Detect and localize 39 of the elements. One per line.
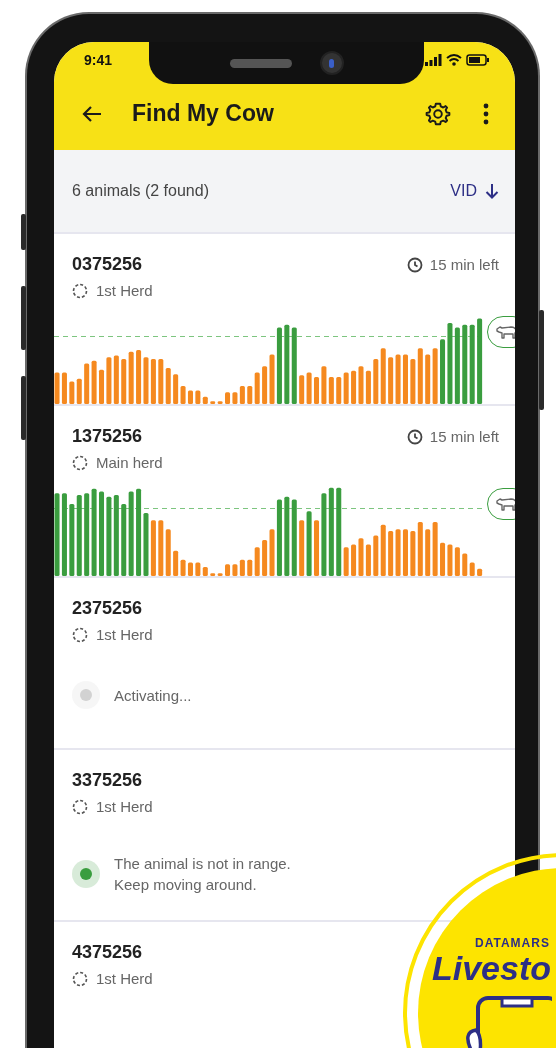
animal-vid: 2375256: [72, 598, 143, 619]
status-message: Activating...: [114, 685, 192, 706]
animal-vid: 1375256: [72, 426, 143, 447]
animal-vid: 4375256: [72, 942, 143, 963]
time-left: 15 min left: [429, 256, 499, 273]
herd-name: 1st Herd: [96, 626, 153, 643]
screen-title: Find My Cow: [132, 100, 275, 127]
clock-icon: [406, 256, 423, 273]
cellular-signal-icon: [425, 53, 442, 66]
status-message: The animal is not in range. Keep moving around.: [114, 854, 291, 895]
product-name: Livesto: [432, 950, 552, 986]
cow-icon: [496, 497, 515, 511]
battery-icon: [466, 53, 489, 66]
cow-icon: [496, 325, 515, 339]
herd-name: 1st Herd: [96, 970, 153, 987]
brand-name: DATAMARS: [475, 936, 550, 950]
animal-count: 6 animals (2 found): [72, 182, 209, 200]
status-time: 9:41: [84, 51, 113, 68]
more-vertical-icon: [483, 102, 489, 125]
dashed-circle-icon: [72, 970, 88, 987]
wifi-icon: [446, 53, 462, 66]
sort-button[interactable]: VID: [450, 182, 499, 200]
animal-vid: 3375256: [72, 770, 143, 791]
dashed-circle-icon: [72, 626, 88, 643]
animal-vid: 0375256: [72, 254, 143, 275]
time-left: 15 min left: [429, 428, 499, 445]
signal-bar: [99, 369, 104, 404]
herd-name: 1st Herd: [96, 282, 153, 299]
dashed-circle-icon: [72, 282, 88, 299]
signal-bar: [477, 568, 483, 576]
arrow-down-icon: [485, 183, 499, 199]
dashed-circle-icon: [72, 798, 88, 815]
signal-bar: [314, 377, 319, 404]
herd-name: Main herd: [96, 454, 163, 471]
settings-icon: [425, 100, 451, 127]
dashed-circle-icon: [72, 454, 88, 471]
clock-icon: [406, 428, 423, 445]
herd-name: 1st Herd: [96, 798, 153, 815]
signal-bar: [314, 520, 319, 576]
